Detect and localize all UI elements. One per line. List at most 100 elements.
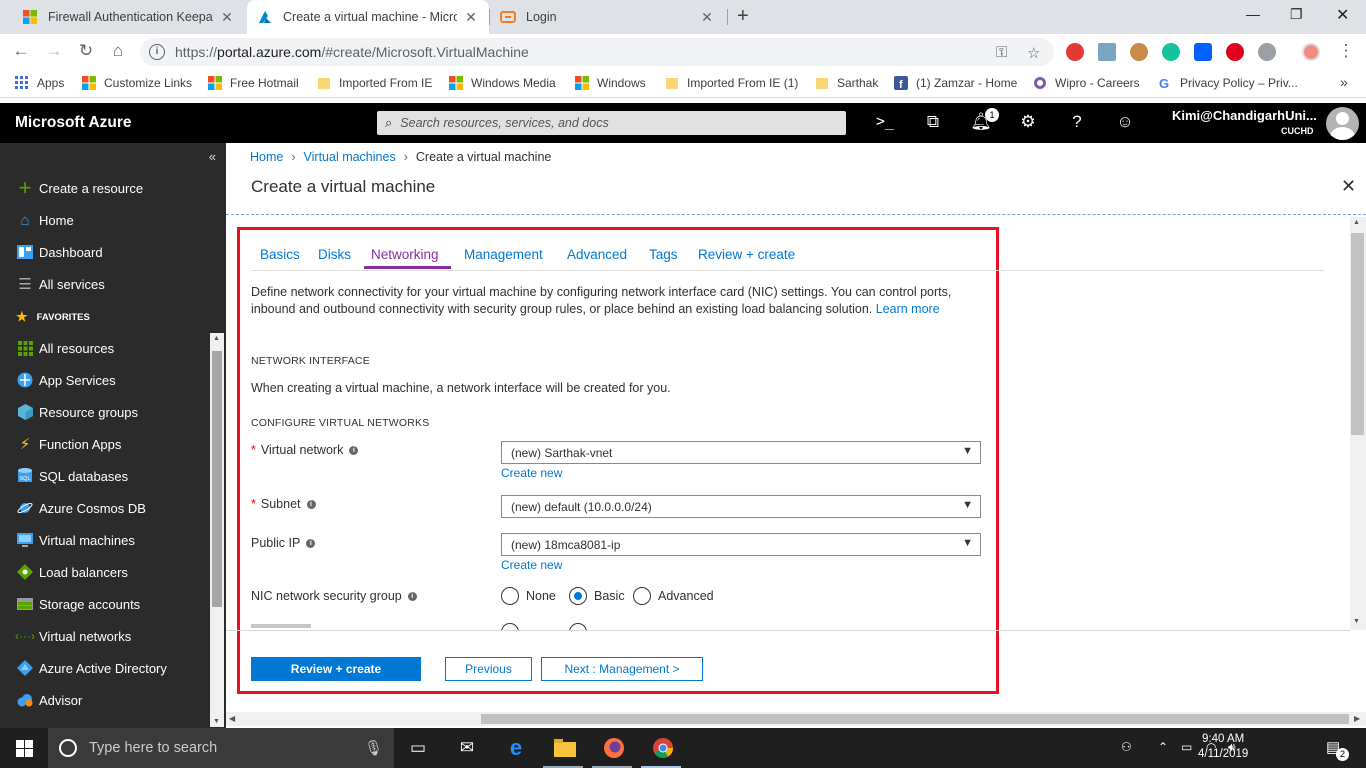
create-new-public-ip-link[interactable]: Create new [501, 558, 562, 572]
bookmark-privacy-policy[interactable]: G Privacy Policy – Priv... [1158, 76, 1298, 90]
sidebar-item-virtual-networks[interactable]: ‹···› Virtual networks [0, 620, 210, 652]
feedback-smiley-icon[interactable]: ☺ [1113, 112, 1137, 132]
bookmarks-overflow-icon[interactable]: » [1340, 74, 1348, 90]
tab-close-icon[interactable]: ✕ [463, 9, 479, 26]
nsg-option-basic[interactable]: Basic [569, 587, 625, 605]
bookmark-sarthak[interactable]: Sarthak [815, 76, 878, 90]
taskbar-search-input[interactable]: Type here to search 🎙︎ [48, 728, 394, 768]
sidebar-item-active-directory[interactable]: Azure Active Directory [0, 652, 210, 684]
sidebar-item-all-resources[interactable]: All resources [0, 332, 210, 364]
close-blade-icon[interactable]: ✕ [1341, 176, 1356, 197]
window-close-icon[interactable]: ✕ [1336, 5, 1349, 25]
browser-tab-firewall[interactable]: Firewall Authentication Keepalive ✕ [12, 0, 245, 34]
azure-search-input[interactable]: ⌕ Search resources, services, and docs [377, 111, 846, 135]
tab-close-icon[interactable]: ✕ [699, 9, 715, 26]
sidebar-item-storage-accounts[interactable]: Storage accounts [0, 588, 210, 620]
bookmark-imported-from-ie-1[interactable]: Imported From IE (1) [665, 76, 798, 90]
reload-icon[interactable]: ↻ [76, 41, 96, 61]
extension-grammarly-icon[interactable] [1162, 43, 1180, 61]
subnet-select[interactable]: (new) default (10.0.0.0/24) ▼ [501, 495, 981, 518]
virtual-network-select[interactable]: (new) Sarthak-vnet ▼ [501, 441, 981, 464]
public-ip-select[interactable]: (new) 18mca8081-ip ▼ [501, 533, 981, 556]
info-icon[interactable]: i [349, 445, 359, 455]
home-icon[interactable]: ⌂ [108, 41, 128, 61]
tab-close-icon[interactable]: ✕ [219, 9, 235, 26]
info-icon[interactable]: i [407, 591, 417, 601]
task-view-icon[interactable]: ▭ [405, 736, 431, 760]
firefox-icon[interactable] [601, 736, 627, 760]
tab-networking[interactable]: Networking [371, 247, 439, 262]
battery-icon[interactable]: ▭ [1181, 740, 1192, 754]
tab-management[interactable]: Management [464, 247, 543, 262]
info-icon[interactable]: i [306, 499, 316, 509]
scroll-up-icon[interactable]: ▲ [213, 335, 220, 342]
chrome-menu-icon[interactable]: ⋮ [1336, 41, 1356, 61]
bookmark-free-hotmail[interactable]: Free Hotmail [208, 76, 299, 90]
directory-filter-icon[interactable]: ⧉ [921, 112, 945, 132]
extension-record-icon[interactable] [1302, 43, 1320, 61]
breadcrumb-virtual-machines[interactable]: Virtual machines [304, 150, 396, 164]
cloud-shell-icon[interactable]: >_ [873, 112, 897, 130]
next-management-button[interactable]: Next : Management > [541, 657, 703, 681]
sidebar-item-virtual-machines[interactable]: Virtual machines [0, 524, 210, 556]
azure-brand[interactable]: Microsoft Azure [15, 114, 132, 132]
taskbar-clock[interactable]: 9:40 AM 4/11/2019 [1198, 732, 1248, 762]
chrome-icon[interactable] [650, 736, 676, 760]
learn-more-link[interactable]: Learn more [876, 302, 940, 316]
sidebar-item-home[interactable]: ⌂ Home [0, 204, 210, 236]
horizontal-scroll-thumb[interactable] [481, 714, 1349, 724]
site-info-icon[interactable]: i [149, 44, 165, 60]
breadcrumb-home[interactable]: Home [250, 150, 283, 164]
help-icon[interactable]: ? [1065, 112, 1089, 132]
browser-tab-login[interactable]: Login ✕ [490, 0, 725, 34]
bookmark-windows-media[interactable]: Windows Media [449, 76, 556, 90]
sidebar-item-app-services[interactable]: App Services [0, 364, 210, 396]
scroll-left-icon[interactable]: ◀ [229, 714, 235, 723]
sidebar-item-function-apps[interactable]: ⚡︎ Function Apps [0, 428, 210, 460]
review-create-button[interactable]: Review + create [251, 657, 421, 681]
key-icon[interactable]: ⚿ [996, 44, 1007, 61]
minimize-icon[interactable]: — [1246, 6, 1260, 22]
previous-button[interactable]: Previous [445, 657, 532, 681]
info-icon[interactable]: i [306, 538, 316, 548]
nsg-option-advanced[interactable]: Advanced [633, 587, 714, 605]
address-bar[interactable]: i https://portal.azure.com/#create/Micro… [140, 38, 1054, 66]
browser-tab-azure[interactable]: Create a virtual machine - Micros ✕ [247, 0, 489, 34]
collapse-sidebar-icon[interactable]: « [209, 149, 216, 164]
nsg-option-none[interactable]: None [501, 587, 556, 605]
bookmark-windows[interactable]: Windows [575, 76, 646, 90]
sidebar-scroll-thumb[interactable] [212, 351, 222, 607]
forward-icon[interactable]: → [44, 41, 64, 61]
extension-adblock-icon[interactable] [1226, 43, 1244, 61]
star-icon[interactable]: ☆ [1027, 44, 1040, 62]
tab-tags[interactable]: Tags [649, 247, 678, 262]
sidebar-item-sql-databases[interactable]: SQL SQL databases [0, 460, 210, 492]
scroll-up-icon[interactable]: ▲ [1353, 219, 1360, 226]
microphone-icon[interactable]: 🎙︎ [364, 739, 383, 757]
bookmark-imported-from-ie[interactable]: Imported From IE [317, 76, 432, 90]
sidebar-scrollbar[interactable]: ▲ ▼ [210, 333, 224, 727]
file-explorer-icon[interactable] [552, 736, 578, 760]
sidebar-item-create-resource[interactable]: + Create a resource [0, 172, 210, 204]
bookmark-zamzar[interactable]: f (1) Zamzar - Home [894, 76, 1017, 90]
sidebar-item-advisor[interactable]: Advisor [0, 684, 210, 716]
mail-icon[interactable]: ✉ [454, 736, 480, 760]
bookmark-wipro[interactable]: Wipro - Careers [1033, 76, 1140, 90]
avatar[interactable] [1326, 107, 1359, 140]
windows-start-icon[interactable] [11, 736, 37, 760]
tab-advanced[interactable]: Advanced [567, 247, 627, 262]
content-scroll-thumb[interactable] [1351, 233, 1364, 435]
extension-screenshot-icon[interactable] [1098, 43, 1116, 61]
people-icon[interactable]: ⚇ [1121, 740, 1132, 754]
maximize-icon[interactable]: ❐ [1290, 6, 1303, 23]
tray-expand-icon[interactable]: ⌃ [1158, 740, 1168, 754]
sidebar-item-resource-groups[interactable]: Resource groups [0, 396, 210, 428]
sidebar-item-load-balancers[interactable]: Load balancers [0, 556, 210, 588]
tab-disks[interactable]: Disks [318, 247, 351, 262]
create-new-vnet-link[interactable]: Create new [501, 466, 562, 480]
settings-gear-icon[interactable]: ⚙ [1016, 112, 1040, 132]
new-tab-icon[interactable]: + [737, 5, 749, 28]
extension-sync-icon[interactable] [1066, 43, 1084, 61]
sidebar-item-all-services[interactable]: ☰ All services [0, 268, 210, 300]
sidebar-item-cosmos-db[interactable]: Azure Cosmos DB [0, 492, 210, 524]
